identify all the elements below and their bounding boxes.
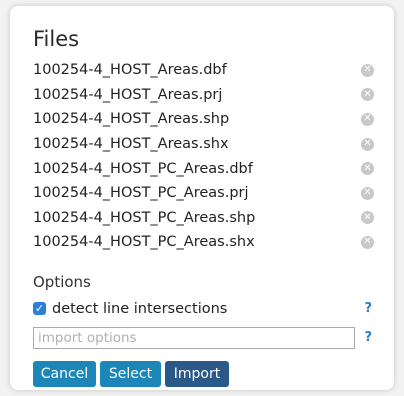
remove-file-icon[interactable]: ✕ (361, 162, 374, 176)
file-row: 100254-4_HOST_Areas.prj ✕ (33, 83, 378, 108)
file-row: 100254-4_HOST_PC_Areas.shp ✕ (33, 206, 378, 231)
file-name: 100254-4_HOST_Areas.prj (33, 86, 223, 103)
remove-file-icon[interactable]: ✕ (361, 88, 374, 102)
remove-file-icon[interactable]: ✕ (361, 235, 374, 249)
import-button[interactable]: Import (165, 360, 229, 387)
cancel-button[interactable]: Cancel (33, 360, 96, 387)
file-row: 100254-4_HOST_Areas.shp ✕ (33, 107, 378, 132)
remove-file-icon[interactable]: ✕ (361, 112, 374, 126)
import-options-help-icon[interactable]: ? (364, 330, 372, 345)
file-row: 100254-4_HOST_Areas.shx ✕ (33, 132, 378, 157)
file-row: 100254-4_HOST_Areas.dbf ✕ (33, 58, 378, 83)
remove-file-icon[interactable]: ✕ (361, 63, 374, 77)
file-name: 100254-4_HOST_Areas.shp (33, 111, 230, 128)
import-dialog: Files 100254-4_HOST_Areas.dbf ✕ 100254-4… (10, 6, 394, 390)
file-row: 100254-4_HOST_PC_Areas.dbf ✕ (33, 156, 378, 181)
remove-file-icon[interactable]: ✕ (361, 186, 374, 200)
dialog-buttons: Cancel Select Import (33, 360, 378, 387)
import-options-input[interactable] (33, 326, 355, 349)
file-name: 100254-4_HOST_Areas.shx (33, 136, 229, 153)
file-name: 100254-4_HOST_PC_Areas.shp (33, 209, 256, 226)
detect-intersections-option[interactable]: ✓ detect line intersections (33, 301, 227, 317)
file-name: 100254-4_HOST_Areas.dbf (33, 62, 227, 79)
files-heading: Files (33, 27, 80, 51)
options-heading: Options (33, 272, 91, 291)
select-button[interactable]: Select (100, 360, 161, 387)
file-row: 100254-4_HOST_PC_Areas.shx ✕ (33, 230, 378, 255)
file-row: 100254-4_HOST_PC_Areas.prj ✕ (33, 181, 378, 206)
detect-intersections-row: ✓ detect line intersections ? (33, 297, 378, 321)
remove-file-icon[interactable]: ✕ (361, 211, 374, 225)
remove-file-icon[interactable]: ✕ (361, 137, 374, 151)
detect-intersections-help-icon[interactable]: ? (364, 301, 372, 316)
file-name: 100254-4_HOST_PC_Areas.dbf (33, 160, 253, 177)
file-name: 100254-4_HOST_PC_Areas.prj (33, 185, 249, 202)
file-name: 100254-4_HOST_PC_Areas.shx (33, 234, 255, 251)
detect-intersections-checkbox[interactable]: ✓ (33, 302, 46, 316)
file-list: 100254-4_HOST_Areas.dbf ✕ 100254-4_HOST_… (33, 58, 378, 255)
import-options-row: ? (33, 326, 378, 349)
detect-intersections-label[interactable]: detect line intersections (52, 301, 227, 317)
